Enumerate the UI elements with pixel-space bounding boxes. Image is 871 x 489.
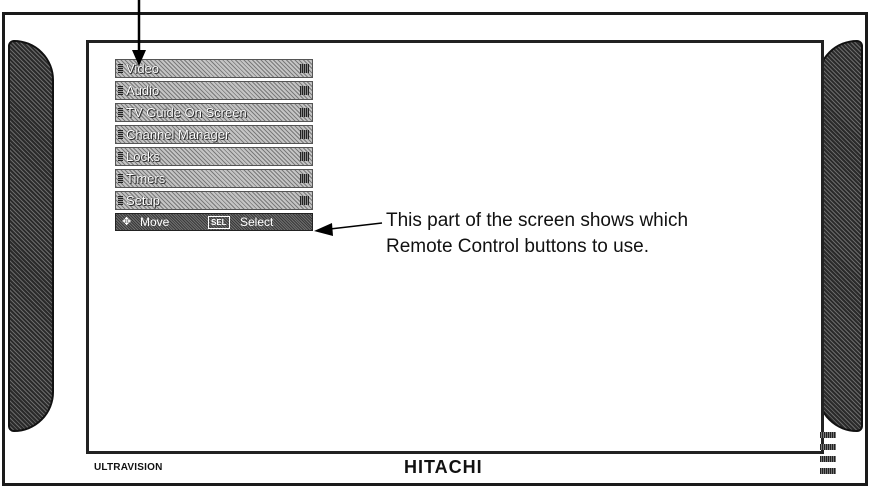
front-button[interactable] xyxy=(820,444,836,450)
hint-bar-pointer-arrow xyxy=(314,222,383,236)
front-button[interactable] xyxy=(820,432,836,438)
callout-arrows xyxy=(132,0,383,236)
tv-bottom-bezel: ULTRAVISION HITACHI xyxy=(86,454,824,480)
ultravision-logo: ULTRAVISION xyxy=(94,462,163,473)
front-button[interactable] xyxy=(820,468,836,474)
tv-front-buttons xyxy=(800,432,836,482)
hitachi-logo: HITACHI xyxy=(404,457,483,477)
front-button[interactable] xyxy=(820,456,836,462)
top-pointer-arrow xyxy=(132,0,146,66)
